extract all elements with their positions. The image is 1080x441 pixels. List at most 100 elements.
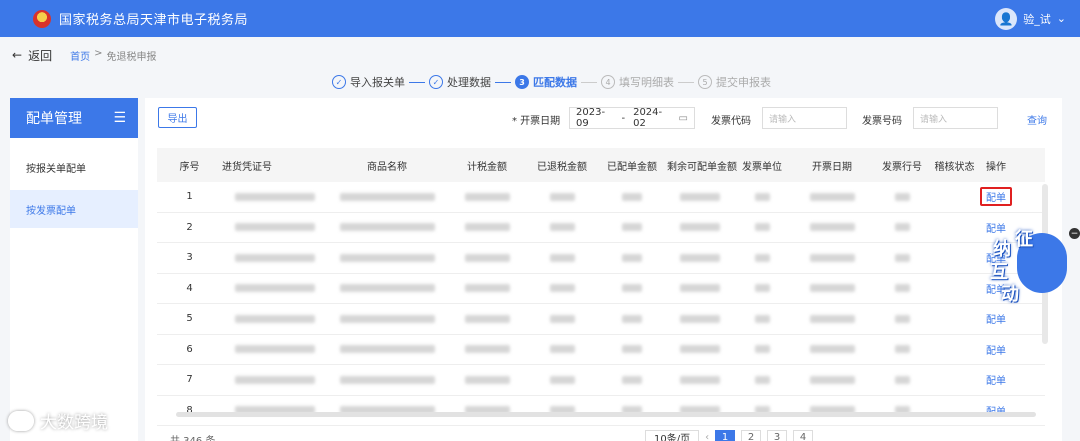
arrow-left-icon: ←: [12, 48, 23, 62]
redacted-value: [622, 223, 642, 232]
row-index: 1: [186, 191, 193, 203]
redacted-value: [234, 375, 315, 384]
table-cell: [872, 253, 932, 262]
date-range-picker[interactable]: 2023-09 - 2024-02 ▭: [569, 107, 695, 129]
row-actions: 配单: [977, 311, 1015, 326]
sidebar-item-by-customs[interactable]: 按报关单配单: [10, 148, 138, 186]
site-title: 国家税务总局天津市电子税务局: [59, 13, 249, 28]
table-cell: [732, 314, 792, 323]
page-size-select[interactable]: 10条/页: [645, 430, 700, 441]
redacted-value: [464, 314, 510, 323]
redacted-value: [339, 284, 435, 293]
table-cell: [597, 375, 667, 384]
prev-page-icon[interactable]: ‹: [705, 432, 709, 441]
back-button[interactable]: ← 返回: [12, 47, 52, 64]
page-button[interactable]: 1: [715, 430, 736, 441]
table-cell: [667, 375, 732, 384]
row-index: 6: [186, 343, 193, 355]
step-import: ✓ 导入报关单: [332, 74, 405, 90]
table-cell: [872, 192, 932, 201]
chevron-down-icon: ⌄: [1056, 12, 1066, 25]
page-button[interactable]: 4: [793, 430, 814, 441]
table-cell: [872, 375, 932, 384]
sidebar-item-by-invoice[interactable]: 按发票配单: [10, 190, 138, 228]
table-cell: [597, 223, 667, 232]
redacted-value: [679, 223, 720, 232]
redacted-value: [754, 375, 770, 384]
col-header: 发票单位: [742, 161, 782, 173]
table-cell: [732, 192, 792, 201]
table-cell: [527, 345, 597, 354]
invoice-code-input[interactable]: 请输入: [762, 107, 847, 129]
step-label: 填写明细表: [619, 76, 674, 89]
step-connector: [678, 81, 694, 83]
step-connector: [409, 81, 425, 83]
table-cell: [222, 314, 327, 323]
menu-icon[interactable]: ☰: [113, 110, 126, 126]
breadcrumb-home-link[interactable]: 首页: [70, 48, 90, 63]
invoice-number-input[interactable]: 请输入: [913, 107, 998, 129]
redacted-value: [464, 223, 510, 232]
table-cell: [222, 223, 327, 232]
match-order-button[interactable]: 配单: [980, 187, 1012, 207]
match-order-button[interactable]: 配单: [986, 372, 1006, 387]
horizontal-scrollbar[interactable]: [176, 412, 1036, 417]
top-bar: 国家税务总局天津市电子税务局 👤 验_试 ⌄: [0, 0, 1080, 37]
table-cell: [527, 192, 597, 201]
redacted-value: [809, 284, 855, 293]
redacted-value: [894, 345, 910, 354]
redacted-value: [679, 284, 720, 293]
export-button[interactable]: 导出: [158, 107, 197, 128]
breadcrumb-bar: ← 返回 首页 > 免退税申报: [0, 37, 1080, 73]
col-header: 进货凭证号: [222, 161, 272, 173]
col-header: 开票日期: [812, 161, 852, 173]
step-label: 处理数据: [447, 76, 491, 89]
table-cell: [447, 223, 527, 232]
total-count: 共 346 条: [170, 432, 215, 441]
redacted-value: [894, 284, 910, 293]
row-index: 7: [186, 374, 193, 386]
breadcrumb: 首页 > 免退税申报: [70, 48, 156, 63]
page-button[interactable]: 3: [767, 430, 788, 441]
redacted-value: [679, 314, 720, 323]
user-avatar-icon: 👤: [995, 7, 1018, 30]
redacted-value: [339, 223, 435, 232]
step-number: 4: [601, 75, 615, 89]
table-cell: [667, 284, 732, 293]
table-cell: [447, 375, 527, 384]
step-number: 3: [515, 75, 529, 89]
redacted-value: [754, 253, 770, 262]
redacted-value: [549, 314, 575, 323]
table-cell: [597, 192, 667, 201]
table-cell: [327, 192, 447, 201]
redacted-value: [894, 253, 910, 262]
check-icon: ✓: [429, 75, 443, 89]
table-row: 1 配单: [157, 182, 1045, 213]
redacted-value: [809, 192, 855, 201]
redacted-value: [549, 192, 575, 201]
table-row: 3 配单: [157, 243, 1045, 274]
table-cell: [327, 253, 447, 262]
redacted-value: [809, 223, 855, 232]
user-menu[interactable]: 👤 验_试 ⌄: [995, 7, 1066, 30]
interaction-widget[interactable]: 征 纳 互 动: [985, 225, 1071, 305]
table-cell: [327, 345, 447, 354]
date-separator: -: [621, 112, 626, 124]
row-index: 3: [186, 252, 193, 264]
table-cell: [667, 253, 732, 262]
table-cell: [447, 253, 527, 262]
query-button[interactable]: 查询: [1027, 112, 1047, 127]
table-cell: [327, 375, 447, 384]
table-row: 5 配单: [157, 304, 1045, 335]
redacted-value: [894, 314, 910, 323]
table-cell: [327, 223, 447, 232]
page-button[interactable]: 2: [741, 430, 762, 441]
redacted-value: [549, 253, 575, 262]
step-label: 导入报关单: [350, 76, 405, 89]
watermark: 大数跨境: [8, 408, 108, 433]
redacted-value: [339, 253, 435, 262]
col-header: 计税金额: [467, 161, 507, 173]
match-order-button[interactable]: 配单: [986, 342, 1006, 357]
match-order-button[interactable]: 配单: [986, 311, 1006, 326]
sidebar-header: 配单管理 ☰: [10, 98, 138, 138]
